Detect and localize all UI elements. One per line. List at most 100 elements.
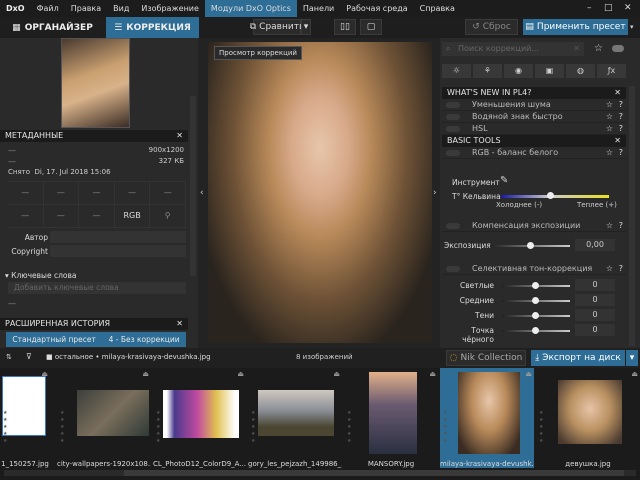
right-scrollbar[interactable] xyxy=(629,86,635,346)
slider-knob[interactable] xyxy=(546,192,554,199)
star-icon[interactable]: ☆ xyxy=(606,123,613,135)
rating-stars[interactable]: ★ ★ ★ ★ ★ xyxy=(156,410,160,445)
menu-panels[interactable]: Панели xyxy=(297,0,340,17)
apply-preset-button[interactable]: ▤ Применить пресет xyxy=(523,19,628,35)
effects-palette-icon[interactable]: ƒx xyxy=(597,64,626,78)
blackpoint-value[interactable]: 0 xyxy=(575,324,615,336)
history-item[interactable]: Стандартный пресет 4 - Без коррекции xyxy=(6,332,186,347)
slider-knob[interactable] xyxy=(532,327,539,334)
copyright-input[interactable] xyxy=(50,245,186,257)
geometry-palette-icon[interactable]: ▣ xyxy=(535,64,564,78)
close-button[interactable]: ✕ xyxy=(624,0,632,17)
rating-stars[interactable]: ★ ★ ★ ★ ★ xyxy=(443,410,447,445)
menu-help[interactable]: Справка xyxy=(414,0,461,17)
midtones-value[interactable]: 0 xyxy=(575,294,615,306)
enable-toggle[interactable] xyxy=(446,223,460,229)
help-icon[interactable]: ? xyxy=(619,147,623,159)
collapse-left-icon[interactable]: ‹ xyxy=(200,188,204,198)
fit-view-button[interactable]: ▢ xyxy=(360,19,382,35)
close-icon[interactable]: ✕ xyxy=(176,130,183,142)
help-icon[interactable]: ? xyxy=(619,220,623,232)
menu-workspace[interactable]: Рабочая среда xyxy=(340,0,413,17)
slider-knob[interactable] xyxy=(527,242,534,249)
star-icon[interactable]: ☆ xyxy=(606,147,613,159)
star-icon[interactable]: ☆ xyxy=(606,220,613,232)
scrollbar-thumb[interactable] xyxy=(124,470,624,476)
close-icon[interactable]: ✕ xyxy=(176,318,183,330)
keywords-input[interactable]: Добавить ключевые слова xyxy=(8,282,186,294)
filmstrip-scrollbar[interactable] xyxy=(4,470,636,476)
filmstrip-thumbnail[interactable]: ⏏ ★ ★ ★ ★ ★ 1_150257.jpg xyxy=(0,368,50,468)
rating-stars[interactable]: ★ ★ ★ ★ ★ xyxy=(347,410,351,445)
menu-file[interactable]: Файл xyxy=(31,0,65,17)
tool-watermark[interactable]: Водяной знак быстро ☆? xyxy=(442,111,626,123)
menu-edit[interactable]: Правка xyxy=(65,0,107,17)
toggle-switch[interactable] xyxy=(612,45,624,52)
help-icon[interactable]: ? xyxy=(619,99,623,111)
filmstrip-thumbnail[interactable]: ⏏ ★ ★ ★ ★ ★ девушка.jpg xyxy=(536,368,640,468)
toolbar-more-icon[interactable]: ▾ xyxy=(630,23,634,31)
filter-icon[interactable]: ⊽ xyxy=(26,352,32,361)
color-palette-icon[interactable]: ⚘ xyxy=(473,64,502,78)
menu-image[interactable]: Изображение xyxy=(135,0,205,17)
slider-knob[interactable] xyxy=(532,282,539,289)
enable-toggle[interactable] xyxy=(446,126,460,132)
help-icon[interactable]: ? xyxy=(619,263,623,275)
filmstrip-thumbnail[interactable]: ⏏ ★ ★ ★ ★ ★ gory_les_pejzazh_149986_... xyxy=(248,368,342,468)
search-corrections-input[interactable]: ⌕ Поиск коррекций... ✕ xyxy=(442,42,584,56)
tool-hsl[interactable]: HSL ☆? xyxy=(442,123,626,135)
shadows-value[interactable]: 0 xyxy=(575,309,615,321)
rating-stars[interactable]: ★ ★ ★ ★ ★ xyxy=(539,410,543,445)
maximize-button[interactable]: □ xyxy=(604,0,613,17)
tab-organizer[interactable]: ▦ ОРГАНАЙЗЕР xyxy=(0,17,105,38)
tool-white-balance[interactable]: RGB - баланс белого ☆? xyxy=(442,147,626,159)
menu-view[interactable]: Вид xyxy=(107,0,135,17)
light-palette-icon[interactable]: ☼ xyxy=(442,64,471,78)
exposure-slider[interactable] xyxy=(490,242,570,249)
local-adjust-palette-icon[interactable]: ◍ xyxy=(566,64,595,78)
rating-stars[interactable]: ★ ★ ★ ★ ★ xyxy=(60,410,64,445)
help-icon[interactable]: ? xyxy=(619,111,623,123)
compare-button[interactable]: ⧉ Сравнить xyxy=(250,19,304,35)
shadows-slider[interactable] xyxy=(502,312,570,319)
close-icon[interactable]: ✕ xyxy=(614,135,621,147)
compare-dropdown[interactable]: ▾ xyxy=(301,19,311,35)
filmstrip-thumbnail[interactable]: ⏏ ★ ★ ★ ★ ★ CL_PhotoD12_ColorD9_A... xyxy=(153,368,246,468)
author-input[interactable] xyxy=(50,231,186,243)
enable-toggle[interactable] xyxy=(446,150,460,156)
export-button[interactable]: ⤓ Экспорт на диск xyxy=(531,350,625,366)
filmstrip-thumbnail[interactable]: ⏏ ★ ★ ★ ★ ★ MANSORY.jpg xyxy=(344,368,438,468)
enable-toggle[interactable] xyxy=(446,102,460,108)
rating-stars[interactable]: ★ ★ ★ ★ ★ xyxy=(3,410,7,445)
detail-palette-icon[interactable]: ◉ xyxy=(504,64,533,78)
star-icon[interactable]: ☆ xyxy=(606,99,613,111)
tab-correction[interactable]: ☰ КОРРЕКЦИЯ xyxy=(106,17,199,38)
blackpoint-slider[interactable] xyxy=(502,327,570,334)
split-view-button[interactable]: ▯▯ xyxy=(334,19,356,35)
help-icon[interactable]: ? xyxy=(619,123,623,135)
highlights-slider[interactable] xyxy=(502,282,570,289)
filmstrip-thumbnail[interactable]: ⏏ ★ ★ ★ ★ ★ milaya-krasivaya-devushk... xyxy=(440,368,534,468)
rating-stars[interactable]: ★ ★ ★ ★ ★ xyxy=(251,410,255,445)
slider-knob[interactable] xyxy=(532,297,539,304)
enable-toggle[interactable] xyxy=(446,114,460,120)
export-dropdown[interactable]: ▾ xyxy=(626,350,638,366)
left-scrollbar[interactable] xyxy=(190,96,196,276)
filmstrip-thumbnail[interactable]: ⏏ ★ ★ ★ ★ ★ city-wallpapers-1920x108... xyxy=(57,368,151,468)
exposure-value[interactable]: 0,00 xyxy=(575,239,615,251)
collapse-right-icon[interactable]: › xyxy=(433,188,437,198)
folder-path[interactable]: ■ остальное • milaya-krasivaya-devushka.… xyxy=(46,353,211,361)
slider-knob[interactable] xyxy=(532,312,539,319)
highlights-value[interactable]: 0 xyxy=(575,279,615,291)
enable-toggle[interactable] xyxy=(446,266,460,272)
midtones-slider[interactable] xyxy=(502,297,570,304)
minimize-button[interactable]: – xyxy=(587,0,592,17)
sort-icon[interactable]: ⇅ xyxy=(6,353,12,361)
exposure-header[interactable]: Компенсация экспозиции ☆? xyxy=(442,220,626,232)
nik-collection-button[interactable]: ◌ Nik Collection xyxy=(446,350,526,366)
tool-noise-reduction[interactable]: Уменьшения шума ☆? xyxy=(442,99,626,111)
selective-tone-header[interactable]: Селективная тон-коррекция ☆? xyxy=(442,263,626,275)
reset-button[interactable]: ↺ Сброс xyxy=(465,19,518,35)
clear-icon[interactable]: ✕ xyxy=(573,42,580,56)
eyedropper-icon[interactable]: ✎ xyxy=(500,175,508,186)
